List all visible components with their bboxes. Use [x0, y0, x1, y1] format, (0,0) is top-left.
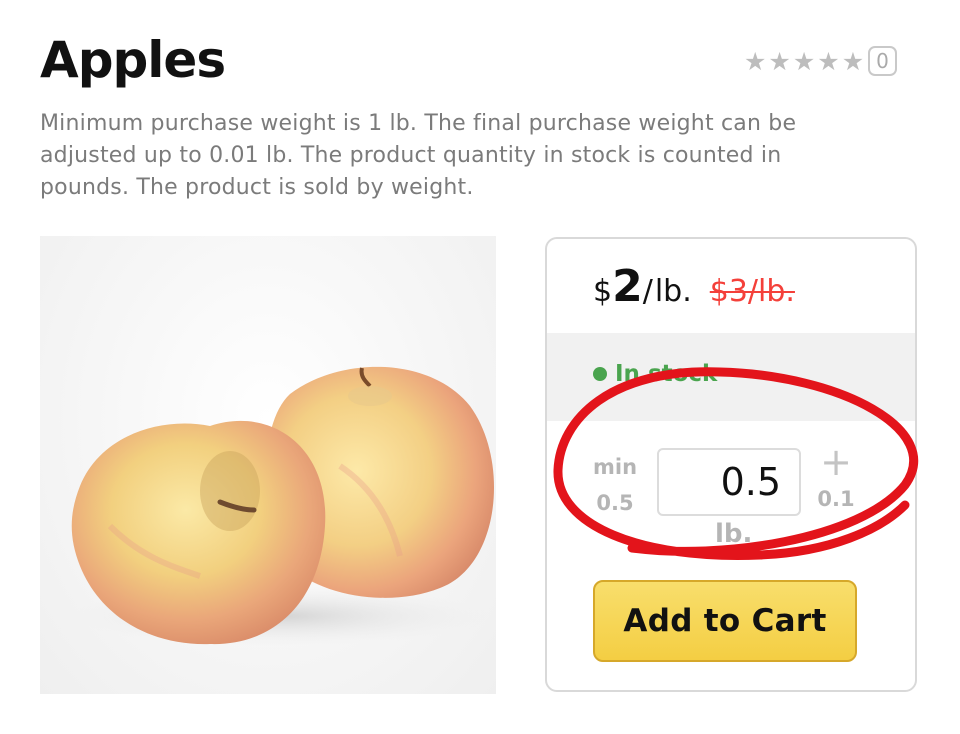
quantity-plus-button[interactable]: + — [817, 443, 855, 481]
review-count-badge[interactable]: 0 — [868, 46, 897, 76]
star-icon[interactable]: ★ — [768, 49, 790, 74]
quantity-step: 0.1 — [817, 487, 855, 511]
status-dot-icon — [593, 367, 607, 381]
quantity-input[interactable] — [657, 448, 801, 516]
add-to-cart-button[interactable]: Add to Cart — [593, 580, 857, 662]
star-icon[interactable]: ★ — [793, 49, 815, 74]
price-unit: lb. — [654, 274, 692, 309]
old-price: $3/lb. — [709, 274, 795, 309]
quantity-unit: lb. — [715, 519, 753, 549]
purchase-card: $ 2 / lb. $3/lb. In stock min 0.5 lb. + … — [545, 237, 917, 692]
price-row: $ 2 / lb. $3/lb. — [593, 261, 795, 321]
stock-label: In stock — [615, 361, 718, 387]
min-value: 0.5 — [596, 491, 634, 515]
current-price: $ 2 / lb. — [593, 261, 692, 312]
stock-status: In stock — [593, 361, 717, 387]
min-label: min — [593, 455, 638, 479]
star-icon[interactable]: ★ — [817, 49, 839, 74]
min-quantity: min 0.5 — [593, 449, 637, 521]
star-icon[interactable]: ★ — [744, 49, 766, 74]
price-amount: 2 — [612, 261, 643, 312]
price-unit-separator: / — [642, 274, 653, 309]
currency-symbol: $ — [593, 274, 613, 309]
stock-status-band: In stock — [547, 333, 915, 421]
product-rating[interactable]: ★ ★ ★ ★ ★ 0 — [744, 44, 897, 78]
product-image — [40, 236, 496, 694]
product-title: Apples — [40, 31, 226, 89]
rating-stars[interactable]: ★ ★ ★ ★ ★ — [744, 49, 864, 74]
product-description: Minimum purchase weight is 1 lb. The fin… — [40, 111, 797, 200]
star-icon[interactable]: ★ — [842, 49, 864, 74]
